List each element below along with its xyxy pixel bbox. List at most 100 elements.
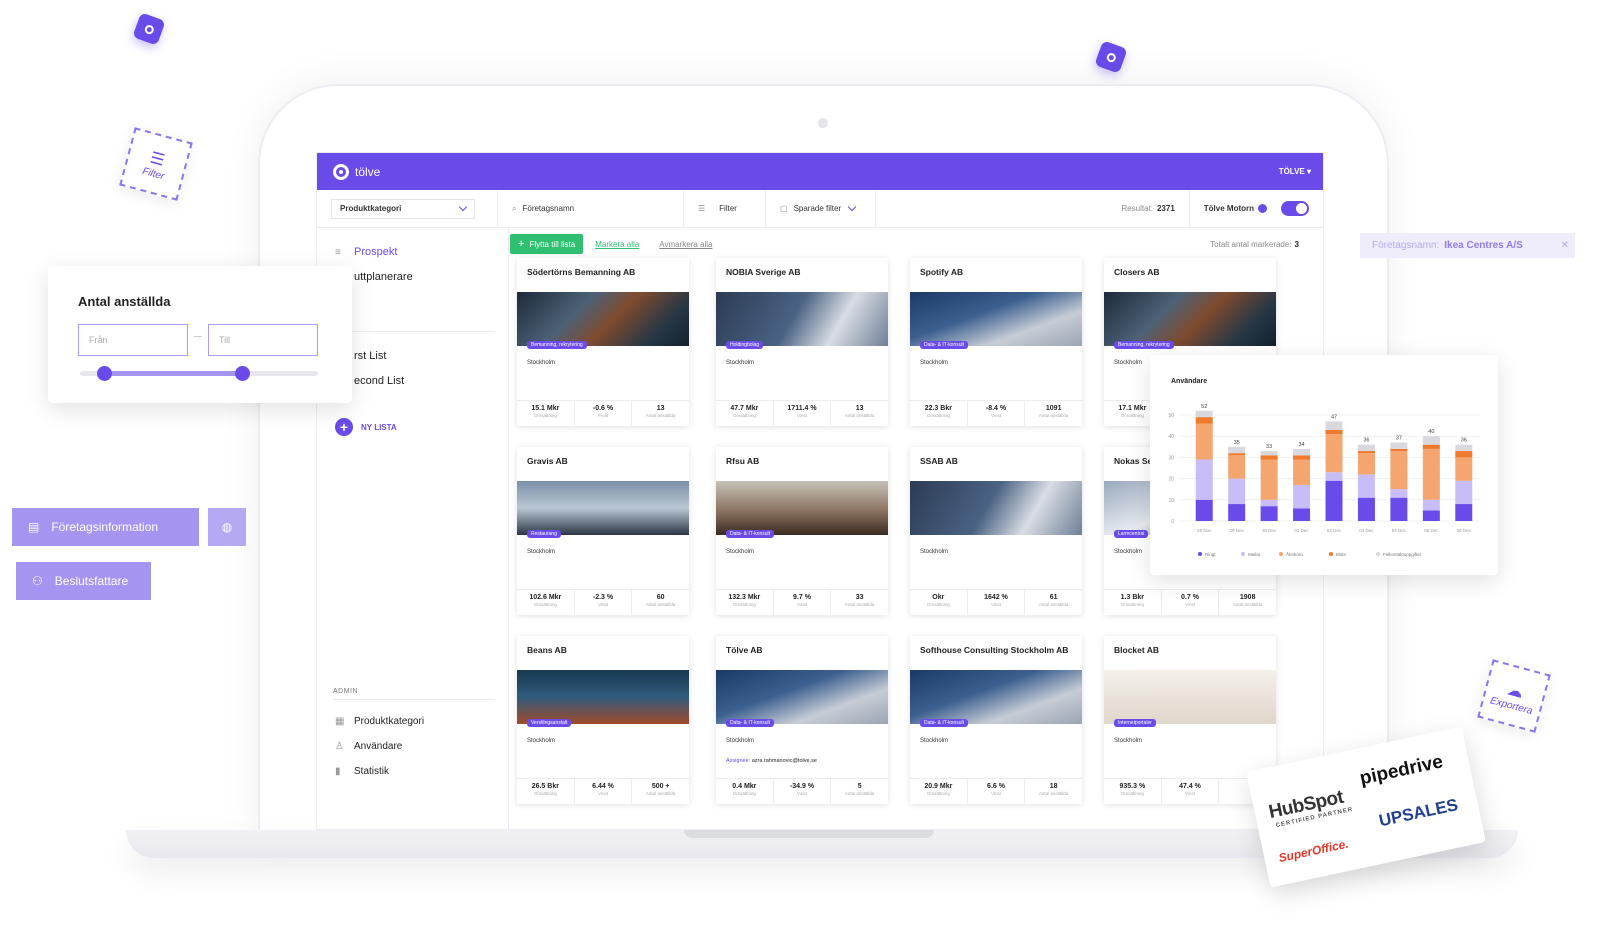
company-card[interactable]: SSAB AB Stockholm Okr Omsättning 1642 % Vinst…	[910, 447, 1082, 615]
company-name[interactable]: Rfsu AB	[716, 447, 888, 481]
admin-item-anvandare[interactable]: ♙ Användare	[317, 741, 402, 752]
x-tick-label: 29 Nov	[1230, 528, 1245, 533]
bar-segment	[1293, 459, 1311, 485]
bar-segment	[1195, 417, 1213, 424]
stat-value: 13	[855, 405, 864, 412]
stat-label: Omsättning	[732, 602, 756, 607]
stat-cell: -2.3 % Vinst	[575, 590, 633, 615]
company-name[interactable]: Spotify AB	[910, 258, 1082, 292]
motor-toggle[interactable]	[1281, 201, 1309, 216]
sidebar-item-prospekt[interactable]: ≡ Prospekt	[317, 246, 397, 258]
range-to-input[interactable]: Till	[208, 324, 318, 356]
stat-value: 5	[857, 783, 862, 790]
company-stats: 0.4 Mkr Omsättning -34.9 % Vinst 5 Antal anst…	[716, 778, 888, 804]
saved-filter-select[interactable]: ▢ Sparade filter	[766, 190, 876, 227]
company-name[interactable]: Softhouse Consulting Stockholm AB	[910, 636, 1082, 670]
move-to-list-button[interactable]: + Flytta till lista	[510, 234, 584, 254]
database-icon: ≡	[335, 246, 341, 258]
company-card[interactable]: NOBIA Sverige AB Holdingbolag Stockholm 47.…	[716, 258, 888, 426]
stat-label: Antal anställda	[844, 413, 875, 418]
company-image: Holdingbolag	[716, 292, 888, 349]
bar-segment	[1325, 434, 1343, 473]
stat-cell: 132.3 Mkr Omsättning	[716, 590, 774, 615]
decision-makers-tab[interactable]: ⚇ Beslutsfattare	[16, 562, 151, 600]
legend-label: Återkom	[1286, 551, 1303, 557]
stat-cell: 5 Antal anställda	[831, 779, 888, 804]
company-stats: 1.3 Bkr Omsättning 0.7 % Vinst 1908 Antal ans…	[1104, 589, 1276, 615]
company-name[interactable]: Gravis AB	[517, 447, 689, 481]
y-tick-label: 10	[1168, 498, 1174, 504]
category-select[interactable]: Produktkategori	[331, 198, 475, 219]
sliders-icon: ☰	[698, 204, 706, 213]
range-max-handle[interactable]	[234, 366, 250, 381]
stat-value: 13	[656, 405, 665, 412]
bar-segment	[1293, 455, 1311, 460]
stat-value: -8.4 %	[985, 405, 1007, 412]
user-menu[interactable]: TÖLVE ▾	[1279, 167, 1311, 176]
stat-label: Omsättning	[533, 413, 557, 418]
company-card[interactable]: Beans AB Verstlingsanstalt Stockholm 26.5 B…	[517, 636, 689, 804]
filter-button[interactable]: ☰ Filter	[684, 190, 766, 227]
export-badge: ☁ Exportera	[1477, 659, 1551, 733]
admin-item-statistik[interactable]: ▮ Statistik	[317, 766, 389, 777]
range-from-input[interactable]: Från	[78, 324, 188, 356]
website-tab[interactable]: ◍	[208, 508, 246, 546]
company-image: Internetportaler	[1104, 670, 1276, 727]
stat-label: Antal anställda	[645, 602, 676, 607]
bar-segment	[1455, 457, 1473, 481]
company-card[interactable]: Tölve AB Data- & IT-konsult Stockholm Assig…	[716, 636, 888, 804]
stat-label: Vinst	[598, 791, 608, 796]
company-name[interactable]: SSAB AB	[910, 447, 1082, 481]
bar-segment	[1228, 504, 1246, 521]
company-card[interactable]: Gravis AB Restaurang Stockholm 102.6 Mkr Oms…	[517, 447, 689, 615]
bar-segment	[1422, 448, 1440, 500]
close-icon[interactable]: ✕	[1561, 240, 1569, 251]
bar-segment	[1422, 510, 1440, 521]
bar-segment	[1260, 506, 1278, 521]
new-list-button[interactable]: + NY LISTA	[317, 418, 397, 436]
range-slider-track[interactable]	[80, 366, 318, 381]
bar-segment	[1293, 508, 1311, 521]
stat-cell: -8.4 % Vinst	[968, 401, 1026, 426]
stat-value: 61	[1049, 594, 1058, 601]
company-name[interactable]: Tölve AB	[716, 636, 888, 670]
app-logo[interactable]: tölve	[333, 163, 380, 180]
deselect-all-link[interactable]: Avmarkera alla	[659, 240, 712, 249]
bar-segment	[1390, 497, 1408, 521]
plus-icon: +	[518, 238, 525, 250]
company-card[interactable]: Rfsu AB Data- & IT-konsult Stockholm 132.3 …	[716, 447, 888, 615]
company-name[interactable]: Beans AB	[517, 636, 689, 670]
bar-chart-icon: ▮	[335, 766, 341, 777]
company-card[interactable]: Spotify AB Data- & IT-konsult Stockholm 22.…	[910, 258, 1082, 426]
bar-segment	[1260, 499, 1278, 507]
bar-segment	[1260, 455, 1278, 460]
legend-label: Mailat	[1248, 552, 1261, 557]
bar-segment	[1390, 489, 1408, 498]
admin-heading: ADMIN	[333, 688, 359, 695]
stat-label: Antal anställda	[844, 602, 875, 607]
stat-value: 47.7 Mkr	[730, 405, 759, 412]
company-name[interactable]: NOBIA Sverige AB	[716, 258, 888, 292]
company-card[interactable]: Södertörns Bemanning AB Bemanning, rekryt…	[517, 258, 689, 426]
search-input[interactable]: Företagsnamn	[522, 204, 574, 213]
company-name[interactable]: Blocket AB	[1104, 636, 1276, 670]
range-min-handle[interactable]	[96, 366, 112, 381]
legend-label: Möte	[1336, 552, 1347, 557]
company-info-tab[interactable]: ▤ Företagsinformation	[12, 508, 199, 546]
stat-value: 60	[656, 594, 665, 601]
stat-cell: Okr Omsättning	[910, 590, 968, 615]
company-stats: Okr Omsättning 1642 % Vinst 61 Antal anställd…	[910, 589, 1082, 615]
company-name[interactable]: Closers AB	[1104, 258, 1276, 292]
legend-label: Ringt	[1205, 552, 1216, 557]
select-all-link[interactable]: Markera alla	[595, 240, 639, 249]
company-name[interactable]: Södertörns Bemanning AB	[517, 258, 689, 292]
stat-value: 102.6 Mkr	[529, 594, 562, 601]
admin-item-produktkategori[interactable]: ▦ Produktkategori	[317, 716, 424, 727]
company-card[interactable]: Softhouse Consulting Stockholm AB Data- &…	[910, 636, 1082, 804]
data-label: 34	[1298, 442, 1304, 448]
users-icon: ⚇	[32, 574, 43, 588]
stat-label: Omsättning	[732, 791, 756, 796]
lock-icon: ▢	[780, 204, 788, 213]
bar-segment	[1357, 497, 1375, 521]
motor-cell: Tölve Motorn	[1190, 190, 1323, 227]
